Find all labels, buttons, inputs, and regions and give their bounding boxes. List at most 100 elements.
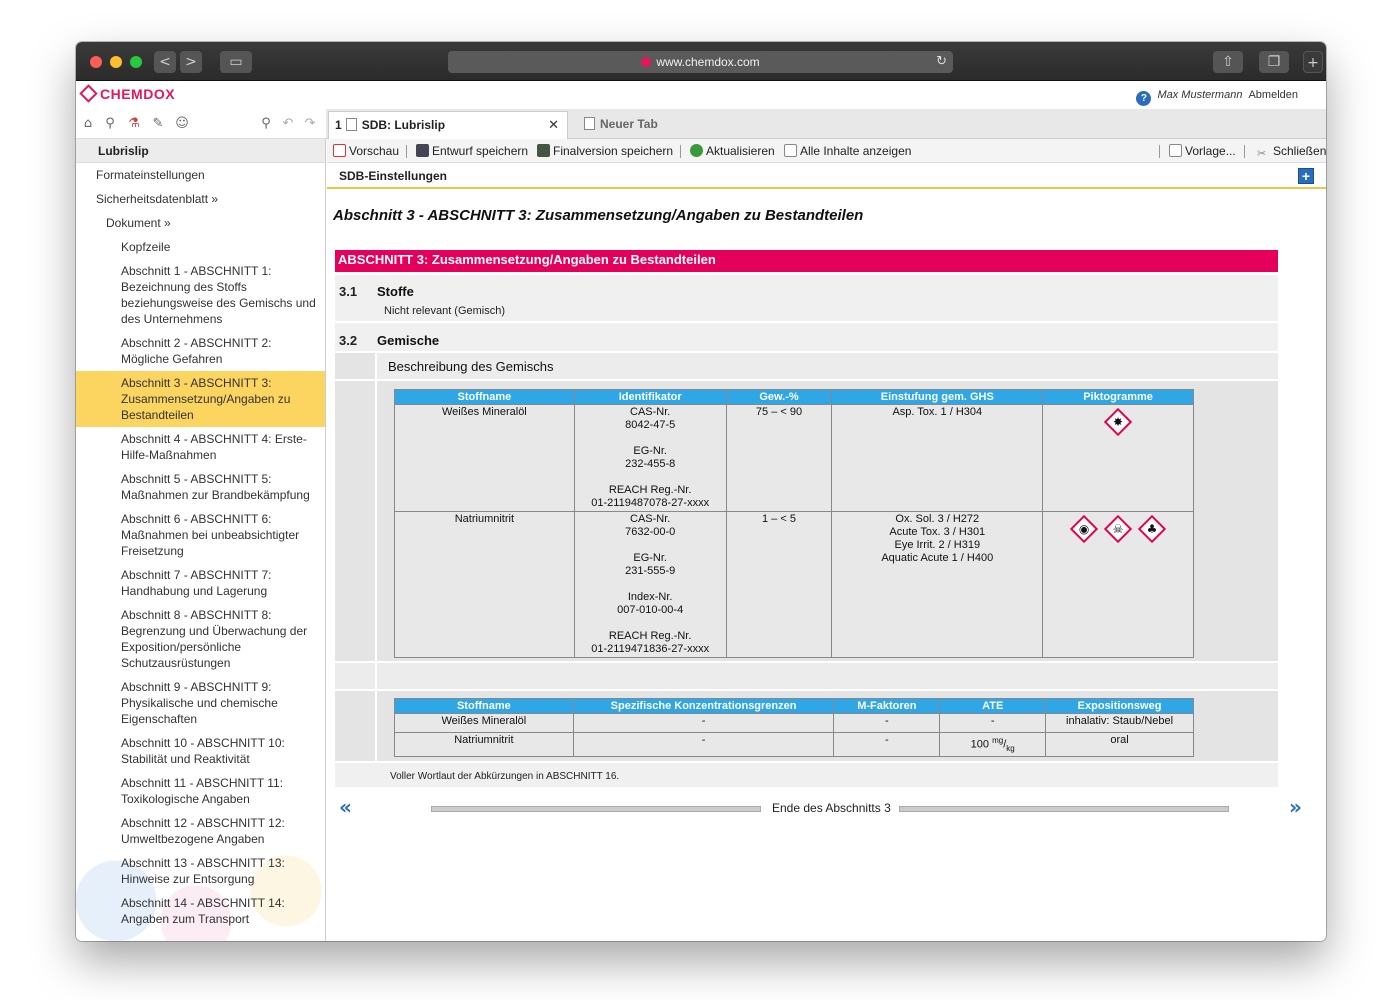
navigation-panel: Lubrislip Formateinstellungen Sicherheit…	[76, 139, 326, 941]
share-button[interactable]: ⇧	[1213, 51, 1243, 73]
nav-item-abschnitt-14[interactable]: Abschnitt 14 - ABSCHNITT 14: Angaben zum…	[76, 891, 325, 931]
concentration-limits-table: Stoffname Spezifische Konzentrationsgren…	[394, 698, 1194, 757]
save-final-button[interactable]: Finalversion speichern	[537, 139, 673, 163]
logo-mark-icon	[79, 84, 98, 103]
nav-item-abschnitt-3[interactable]: Abschnitt 3 - ABSCHNITT 3: Zusammensetzu…	[76, 371, 325, 427]
id-line: CAS-Nr.	[630, 513, 671, 525]
users-icon[interactable]: ☺	[174, 116, 190, 132]
id-line: 231-555-9	[625, 565, 676, 577]
logout-link[interactable]: Abmelden	[1248, 89, 1298, 101]
nav-item-abschnitt-1[interactable]: Abschnitt 1 - ABSCHNITT 1: Bezeichnung d…	[76, 259, 325, 331]
col-header-konzentrationsgrenzen: Spezifische Konzentrationsgrenzen	[572, 698, 835, 714]
minimize-window-button[interactable]	[110, 56, 122, 68]
document-edit-icon[interactable]: ✎	[150, 116, 166, 132]
section-banner: ABSCHNITT 3: Zusammensetzung/Angaben zu …	[335, 250, 1278, 272]
nav-item-abschnitt-13[interactable]: Abschnitt 13 - ABSCHNITT 13: Hinweise zu…	[76, 851, 325, 891]
nav-item-kopfzeile[interactable]: Kopfzeile	[76, 235, 325, 259]
new-tab-button[interactable]: +	[1303, 51, 1323, 73]
col-header-ate: ATE	[939, 698, 1047, 714]
back-icon: <	[159, 54, 171, 70]
plus-icon: +	[1307, 55, 1319, 71]
home-icon[interactable]: ⌂	[80, 116, 96, 132]
nav-item-abschnitt-2[interactable]: Abschnitt 2 - ABSCHNITT 2: Mögliche Gefa…	[76, 331, 325, 371]
nav-item-formateinstellungen[interactable]: Formateinstellungen	[76, 163, 325, 187]
url-bar[interactable]: www.chemdox.com ↻	[448, 51, 953, 73]
close-window-button[interactable]	[90, 56, 102, 68]
reload-icon[interactable]: ↻	[936, 51, 947, 73]
cell-ate: 100 mg/kg	[939, 732, 1047, 757]
previous-section-icon[interactable]: «	[339, 795, 352, 819]
template-label: Vorlage...	[1185, 144, 1236, 158]
refresh-button[interactable]: Aktualisieren	[690, 139, 775, 163]
sidebar-icon: ▭	[229, 54, 243, 70]
user-name: Max Mustermann	[1157, 89, 1243, 101]
close-tab-icon[interactable]: ✕	[548, 112, 559, 138]
help-icon[interactable]: ?	[1136, 91, 1152, 106]
nav-item-abschnitt-5[interactable]: Abschnitt 5 - ABSCHNITT 5: Maßnahmen zur…	[76, 467, 325, 507]
save-draft-button[interactable]: Entwurf speichern	[416, 139, 528, 163]
next-section-icon[interactable]: »	[1289, 795, 1302, 819]
id-line: REACH Reg.-Nr.	[608, 484, 692, 496]
refresh-label: Aktualisieren	[706, 144, 775, 158]
flask-icon[interactable]: ⚗	[126, 116, 142, 132]
nav-item-abschnitt-9[interactable]: Abschnitt 9 - ABSCHNITT 9: Physikalische…	[76, 675, 325, 731]
nav-item-abschnitt-4[interactable]: Abschnitt 4 - ABSCHNITT 4: Erste-Hilfe-M…	[76, 427, 325, 467]
ghs-skull-crossbones-icon: ☠	[1103, 514, 1133, 544]
tabs-overview-button[interactable]: ❐	[1259, 51, 1289, 73]
user-info: ? Max Mustermann Abmelden	[1136, 89, 1298, 106]
preview-button[interactable]: Vorschau	[333, 139, 399, 163]
nav-item-abschnitt-12[interactable]: Abschnitt 12 - ABSCHNITT 12: Umweltbezog…	[76, 811, 325, 851]
template-button[interactable]: Vorlage...	[1169, 139, 1236, 163]
sidebar-toggle-button[interactable]: ▭	[220, 51, 252, 73]
id-spacer	[578, 471, 723, 484]
indent-cell	[335, 353, 375, 379]
tab-label: SDB: Lubrislip	[361, 118, 446, 132]
id-line: 232-455-8	[625, 458, 676, 470]
undo-icon[interactable]: ↶	[280, 116, 296, 132]
save-final-label: Finalversion speichern	[553, 144, 674, 158]
section-navigation-footer: « Ende des Abschnitts 3 »	[327, 795, 1326, 819]
indent-cell	[335, 381, 375, 661]
nav-item-sicherheitsdatenblatt[interactable]: Sicherheitsdatenblatt »	[76, 187, 325, 211]
cell-einstufung: Ox. Sol. 3 / H272 Acute Tox. 3 / H301 Ey…	[831, 511, 1044, 658]
ate-value: 100	[970, 738, 990, 751]
ate-unit-denominator: kg	[1006, 743, 1015, 753]
document-editor: Vorschau Entwurf speichern Finalversion …	[327, 139, 1326, 941]
save-draft-label: Entwurf speichern	[432, 144, 529, 158]
tab-new[interactable]: Neuer Tab	[574, 111, 734, 139]
show-all-label: Alle Inhalte anzeigen	[800, 144, 912, 158]
forward-button[interactable]: >	[180, 51, 202, 73]
cell-stoffname: Weißes Mineralöl	[394, 404, 575, 512]
site-favicon-icon	[641, 57, 652, 67]
cell-identifikator: CAS-Nr. 7632-00-0 EG-Nr. 231-555-9 Index…	[573, 511, 727, 658]
cell-einstufung: Asp. Tox. 1 / H304	[831, 404, 1044, 512]
back-button[interactable]: <	[154, 51, 176, 73]
ghs-line: Ox. Sol. 3 / H272	[895, 513, 980, 525]
ghs-line: Asp. Tox. 1 / H304	[892, 406, 983, 418]
ate-unit-numerator: mg	[992, 736, 1004, 745]
nav-item-abschnitt-7[interactable]: Abschnitt 7 - ABSCHNITT 7: Handhabung un…	[76, 563, 325, 603]
id-line: 8042-47-5	[625, 419, 676, 431]
col-header-stoffname: Stoffname	[394, 389, 575, 405]
id-line: CAS-Nr.	[630, 406, 671, 418]
nav-item-dokument[interactable]: Dokument »	[76, 211, 325, 235]
show-all-button[interactable]: Alle Inhalte anzeigen	[784, 139, 911, 163]
redo-icon[interactable]: ↷	[302, 116, 318, 132]
nav-item-abschnitt-10[interactable]: Abschnitt 10 - ABSCHNITT 10: Stabilität …	[76, 731, 325, 771]
search-icon[interactable]: ⚲	[102, 116, 118, 132]
tab-sdb-lubrislip[interactable]: 1 SDB: Lubrislip ✕	[328, 111, 568, 139]
id-line: 007-010-00-4	[617, 604, 684, 616]
find-icon[interactable]: ⚲	[258, 116, 274, 132]
share-icon: ⇧	[1222, 54, 1234, 70]
id-line: Index-Nr.	[627, 591, 673, 603]
nav-item-abschnitt-11[interactable]: Abschnitt 11 - ABSCHNITT 11: Toxikologis…	[76, 771, 325, 811]
nav-item-abschnitt-8[interactable]: Abschnitt 8 - ABSCHNITT 8: Begrenzung un…	[76, 603, 325, 675]
divider-line	[431, 806, 761, 812]
toolbar-separator	[1244, 145, 1245, 158]
close-document-button[interactable]: ✂ Schließen	[1257, 139, 1326, 163]
zoom-window-button[interactable]	[130, 56, 142, 68]
cell-konzentrationsgrenzen: -	[572, 732, 835, 757]
col-header-stoffname: Stoffname	[394, 698, 574, 714]
add-icon[interactable]: +	[1298, 168, 1314, 184]
nav-item-abschnitt-6[interactable]: Abschnitt 6 - ABSCHNITT 6: Maßnahmen bei…	[76, 507, 325, 563]
